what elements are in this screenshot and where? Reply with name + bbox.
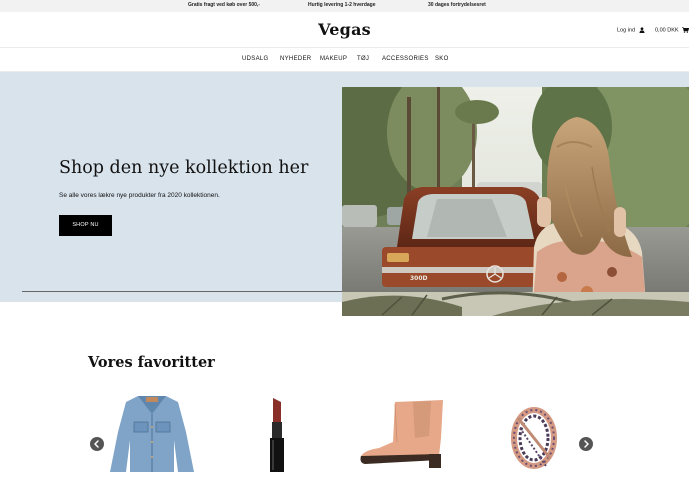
announcement-free-shipping: Gratis fragt ved køb over 500,-	[188, 2, 260, 8]
hero-subtitle: Se alle vores lækre nye produkter fra 20…	[59, 192, 220, 199]
nav-item-toej[interactable]: TØJ	[357, 56, 369, 62]
shop-now-button[interactable]: SHOP NU	[59, 215, 112, 236]
chevron-right-icon	[584, 440, 589, 448]
carousel-prev-button[interactable]	[90, 437, 104, 451]
favorites-heading: Vores favoritter	[88, 354, 215, 371]
nav-item-makeup[interactable]: MAKEUP	[320, 56, 347, 62]
nav-item-sko[interactable]: SKO	[435, 56, 449, 62]
nav-item-accessories[interactable]: ACCESSORIES	[382, 56, 429, 62]
ring-image	[511, 407, 557, 469]
cart-total: 0,00 DKK	[655, 27, 679, 34]
user-icon	[639, 27, 645, 33]
hero-photo-illustration: 300D	[342, 87, 689, 316]
product-card-denim-jacket[interactable]	[108, 392, 196, 472]
announcement-fast-delivery: Hurtig levering 1-2 hverdage	[308, 2, 376, 8]
site-logo[interactable]: Vegas	[0, 20, 689, 39]
lipstick-image	[270, 398, 284, 472]
main-navigation: UDSALG NYHEDER MAKEUP TØJ ACCESSORIES SK…	[0, 48, 689, 72]
product-card-ring[interactable]	[506, 398, 560, 472]
nav-item-udsalg[interactable]: UDSALG	[242, 56, 268, 62]
login-link[interactable]: Log ind	[617, 27, 645, 33]
announcement-bar: Gratis fragt ved køb over 500,- Hurtig l…	[0, 0, 689, 12]
hero-image: 300D	[342, 87, 689, 316]
cart-link[interactable]: 0,00 DKK	[655, 27, 689, 33]
product-card-ankle-boot[interactable]	[355, 398, 450, 472]
hero-divider	[22, 291, 342, 292]
shopping-cart-icon	[682, 27, 689, 33]
chevron-left-icon	[94, 440, 99, 448]
hero-title: Shop den nye kollektion her	[59, 158, 309, 178]
carousel-next-button[interactable]	[579, 437, 593, 451]
ankle-boot-image	[360, 400, 443, 468]
product-card-lipstick[interactable]	[262, 398, 292, 472]
login-label: Log ind	[617, 27, 636, 34]
denim-jacket-image	[110, 396, 194, 472]
nav-item-nyheder[interactable]: NYHEDER	[280, 56, 311, 62]
announcement-return-policy: 30 dages fortrydelsesret	[428, 2, 486, 8]
site-header: Vegas Log ind 0,00 DKK	[0, 12, 689, 48]
car-plate-text: 300D	[410, 275, 428, 282]
